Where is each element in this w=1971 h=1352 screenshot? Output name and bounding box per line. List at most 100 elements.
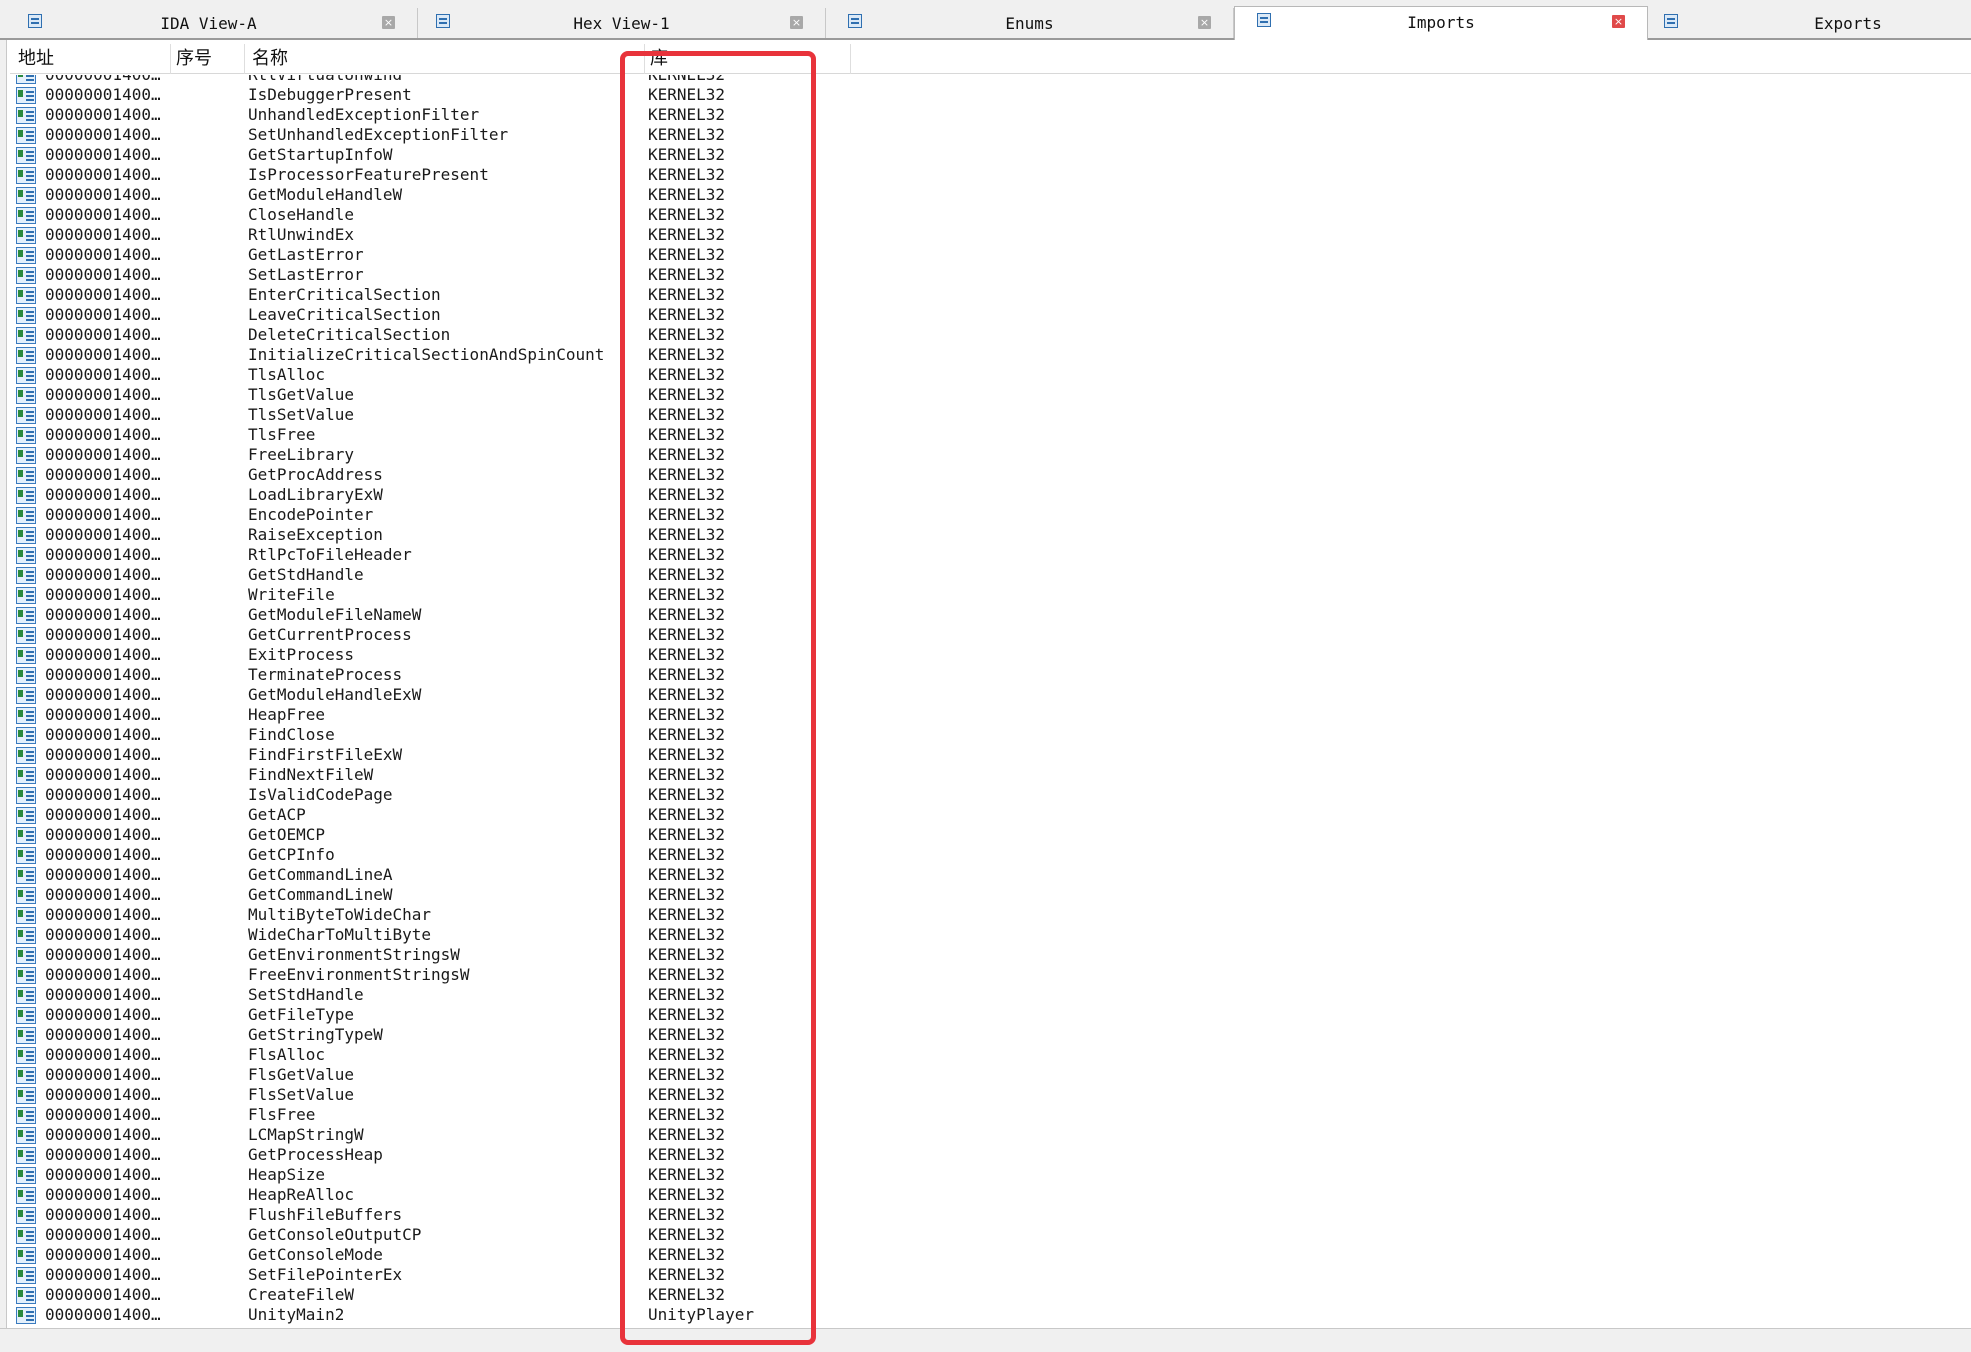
table-row[interactable]: 00000001400… IsValidCodePage KERNEL32 bbox=[0, 785, 1971, 805]
table-row[interactable]: 00000001400… WriteFile KERNEL32 bbox=[0, 585, 1971, 605]
column-library[interactable]: 库 bbox=[650, 46, 668, 72]
table-row[interactable]: 00000001400… ExitProcess KERNEL32 bbox=[0, 645, 1971, 665]
column-name[interactable]: 名称 bbox=[252, 46, 288, 72]
table-row[interactable]: 00000001400… FreeEnvironmentStringsW KERNE… bbox=[0, 965, 1971, 985]
table-row[interactable]: 00000001400… FindFirstFileExW KERNEL32 bbox=[0, 745, 1971, 765]
tab-exports[interactable]: Exports bbox=[1648, 8, 1971, 38]
column-divider[interactable] bbox=[244, 44, 245, 74]
tab-imports[interactable]: Imports × bbox=[1234, 6, 1648, 40]
imports-list[interactable]: 00000001400…RtlVirtualUnwindKERNEL320000… bbox=[0, 75, 1971, 1328]
row-address: 00000001400… bbox=[45, 165, 161, 184]
table-row[interactable]: 00000001400… TlsGetValue KERNEL32 bbox=[0, 385, 1971, 405]
table-row[interactable]: 00000001400… GetFileType KERNEL32 bbox=[0, 1005, 1971, 1025]
table-row[interactable]: 00000001400… FlsGetValue KERNEL32 bbox=[0, 1065, 1971, 1085]
table-row[interactable]: 00000001400… LCMapStringW KERNEL32 bbox=[0, 1125, 1971, 1145]
table-row[interactable]: 00000001400… GetACP KERNEL32 bbox=[0, 805, 1971, 825]
column-divider[interactable] bbox=[850, 44, 851, 74]
horizontal-scrollbar[interactable] bbox=[0, 1328, 1971, 1352]
table-row[interactable]: 00000001400… RtlUnwindEx KERNEL32 bbox=[0, 225, 1971, 245]
table-row[interactable]: 00000001400… RtlPcToFileHeader KERNEL32 bbox=[0, 545, 1971, 565]
row-name: TlsSetValue bbox=[248, 405, 354, 424]
table-row[interactable]: 00000001400… GetModuleFileNameW KERNEL32 bbox=[0, 605, 1971, 625]
table-row[interactable]: 00000001400… LoadLibraryExW KERNEL32 bbox=[0, 485, 1971, 505]
column-ordinal[interactable]: 序号 bbox=[176, 46, 212, 72]
tab-enums[interactable]: Enums × bbox=[826, 8, 1234, 38]
table-row[interactable]: 00000001400… UnityMain2 UnityPlayer bbox=[0, 1305, 1971, 1325]
table-row[interactable]: 00000001400… GetCurrentProcess KERNEL32 bbox=[0, 625, 1971, 645]
table-row[interactable]: 00000001400… CloseHandle KERNEL32 bbox=[0, 205, 1971, 225]
column-divider[interactable] bbox=[170, 44, 171, 74]
table-row[interactable]: 00000001400… FlsAlloc KERNEL32 bbox=[0, 1045, 1971, 1065]
row-address: 00000001400… bbox=[45, 245, 161, 264]
table-row[interactable]: 00000001400… GetConsoleOutputCP KERNEL32 bbox=[0, 1225, 1971, 1245]
import-function-icon bbox=[16, 327, 36, 344]
row-library: KERNEL32 bbox=[648, 405, 726, 424]
row-address: 00000001400… bbox=[45, 785, 161, 804]
row-library: KERNEL32 bbox=[648, 545, 726, 564]
table-row[interactable]: 00000001400… CreateFileW KERNEL32 bbox=[0, 1285, 1971, 1305]
row-address: 00000001400… bbox=[45, 705, 161, 724]
close-icon[interactable]: × bbox=[1612, 15, 1625, 28]
row-address: 00000001400… bbox=[45, 265, 161, 284]
import-function-icon bbox=[16, 667, 36, 684]
tab-hex-view-1[interactable]: Hex View-1 × bbox=[418, 8, 826, 38]
table-row[interactable]: 00000001400… EncodePointer KERNEL32 bbox=[0, 505, 1971, 525]
table-row[interactable]: 00000001400… GetEnvironmentStringsW KERNEL… bbox=[0, 945, 1971, 965]
table-row[interactable]: 00000001400… SetFilePointerEx KERNEL32 bbox=[0, 1265, 1971, 1285]
table-row[interactable]: 00000001400… RtlVirtualUnwind KERNEL32 bbox=[0, 75, 1971, 85]
table-row[interactable]: 00000001400… IsDebuggerPresent KERNEL32 bbox=[0, 85, 1971, 105]
close-icon[interactable]: × bbox=[790, 16, 803, 29]
import-function-icon bbox=[16, 987, 36, 1004]
tab-ida-view-a[interactable]: IDA View-A × bbox=[0, 8, 418, 38]
table-row[interactable]: 00000001400… FlsFree KERNEL32 bbox=[0, 1105, 1971, 1125]
table-row[interactable]: 00000001400… GetProcessHeap KERNEL32 bbox=[0, 1145, 1971, 1165]
close-icon[interactable]: × bbox=[382, 16, 395, 29]
table-row[interactable]: 00000001400… IsProcessorFeaturePresent KER… bbox=[0, 165, 1971, 185]
close-icon[interactable]: × bbox=[1198, 16, 1211, 29]
import-function-icon bbox=[16, 75, 36, 84]
table-row[interactable]: 00000001400… GetCPInfo KERNEL32 bbox=[0, 845, 1971, 865]
import-function-icon bbox=[16, 187, 36, 204]
table-row[interactable]: 00000001400… RaiseException KERNEL32 bbox=[0, 525, 1971, 545]
table-row[interactable]: 00000001400… SetLastError KERNEL32 bbox=[0, 265, 1971, 285]
column-address[interactable]: 地址 bbox=[18, 46, 54, 72]
table-row[interactable]: 00000001400… MultiByteToWideChar KERNEL32 bbox=[0, 905, 1971, 925]
table-row[interactable]: 00000001400… GetCommandLineW KERNEL32 bbox=[0, 885, 1971, 905]
row-address: 00000001400… bbox=[45, 85, 161, 104]
table-row[interactable]: 00000001400… TerminateProcess KERNEL32 bbox=[0, 665, 1971, 685]
table-row[interactable]: 00000001400… GetModuleHandleW KERNEL32 bbox=[0, 185, 1971, 205]
row-library: KERNEL32 bbox=[648, 1025, 726, 1044]
table-row[interactable]: 00000001400… FindClose KERNEL32 bbox=[0, 725, 1971, 745]
table-row[interactable]: 00000001400… SetUnhandledExceptionFilter K… bbox=[0, 125, 1971, 145]
table-row[interactable]: 00000001400… FindNextFileW KERNEL32 bbox=[0, 765, 1971, 785]
row-library: KERNEL32 bbox=[648, 485, 726, 504]
table-row[interactable]: 00000001400… FlushFileBuffers KERNEL32 bbox=[0, 1205, 1971, 1225]
table-row[interactable]: 00000001400… LeaveCriticalSection KERNEL32 bbox=[0, 305, 1971, 325]
table-row[interactable]: 00000001400… InitializeCriticalSectionAnd… bbox=[0, 345, 1971, 365]
table-row[interactable]: 00000001400… UnhandledExceptionFilter KERN… bbox=[0, 105, 1971, 125]
table-row[interactable]: 00000001400… FreeLibrary KERNEL32 bbox=[0, 445, 1971, 465]
table-row[interactable]: 00000001400… GetStartupInfoW KERNEL32 bbox=[0, 145, 1971, 165]
table-row[interactable]: 00000001400… GetStdHandle KERNEL32 bbox=[0, 565, 1971, 585]
table-row[interactable]: 00000001400… WideCharToMultiByte KERNEL32 bbox=[0, 925, 1971, 945]
table-row[interactable]: 00000001400… TlsFree KERNEL32 bbox=[0, 425, 1971, 445]
table-row[interactable]: 00000001400… GetProcAddress KERNEL32 bbox=[0, 465, 1971, 485]
table-row[interactable]: 00000001400… EnterCriticalSection KERNEL32 bbox=[0, 285, 1971, 305]
table-row[interactable]: 00000001400… HeapFree KERNEL32 bbox=[0, 705, 1971, 725]
table-row[interactable]: 00000001400… HeapReAlloc KERNEL32 bbox=[0, 1185, 1971, 1205]
import-function-icon bbox=[16, 647, 36, 664]
table-row[interactable]: 00000001400… SetStdHandle KERNEL32 bbox=[0, 985, 1971, 1005]
table-row[interactable]: 00000001400… TlsAlloc KERNEL32 bbox=[0, 365, 1971, 385]
table-row[interactable]: 00000001400… GetConsoleMode KERNEL32 bbox=[0, 1245, 1971, 1265]
row-library: KERNEL32 bbox=[648, 865, 726, 884]
table-row[interactable]: 00000001400… TlsSetValue KERNEL32 bbox=[0, 405, 1971, 425]
table-row[interactable]: 00000001400… GetCommandLineA KERNEL32 bbox=[0, 865, 1971, 885]
column-divider[interactable] bbox=[644, 44, 645, 74]
table-row[interactable]: 00000001400… GetLastError KERNEL32 bbox=[0, 245, 1971, 265]
table-row[interactable]: 00000001400… HeapSize KERNEL32 bbox=[0, 1165, 1971, 1185]
table-row[interactable]: 00000001400… FlsSetValue KERNEL32 bbox=[0, 1085, 1971, 1105]
table-row[interactable]: 00000001400… DeleteCriticalSection KERNEL3… bbox=[0, 325, 1971, 345]
table-row[interactable]: 00000001400… GetOEMCP KERNEL32 bbox=[0, 825, 1971, 845]
table-row[interactable]: 00000001400… GetModuleHandleExW KERNEL32 bbox=[0, 685, 1971, 705]
table-row[interactable]: 00000001400… GetStringTypeW KERNEL32 bbox=[0, 1025, 1971, 1045]
